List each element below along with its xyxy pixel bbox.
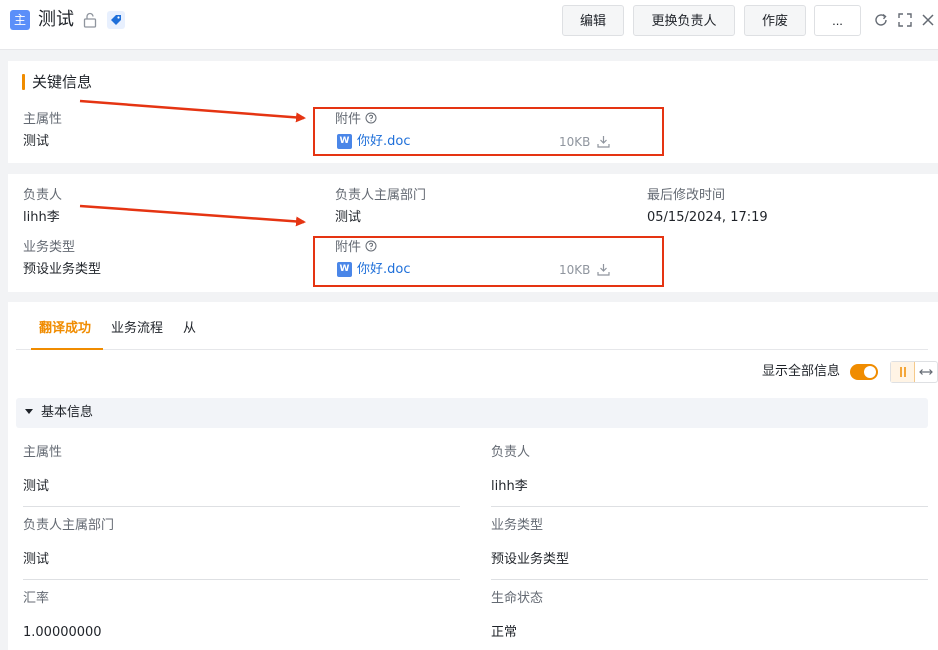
field-underline: [491, 506, 928, 507]
show-all-toggle[interactable]: [850, 364, 878, 380]
object-type-badge: 主: [10, 10, 30, 30]
refresh-icon[interactable]: [873, 12, 889, 28]
close-icon[interactable]: [920, 12, 936, 28]
field-value: 预设业务类型: [491, 552, 570, 567]
main-attr-value: 测试: [23, 134, 50, 149]
layout-switch: [890, 361, 938, 383]
modified-label: 最后修改时间: [647, 188, 726, 203]
owner-value: lihh李: [23, 210, 60, 225]
key-info-card: 关键信息 主属性 测试 附件 W 你好.doc 10KB: [8, 61, 938, 163]
detail-tabs: 翻译成功 业务流程 从: [16, 316, 928, 350]
field-owner-dept[interactable]: 负责人主属部门 测试: [23, 517, 460, 580]
lock-icon[interactable]: [83, 12, 97, 28]
void-button[interactable]: 作废: [744, 5, 806, 36]
main-attr-label: 主属性: [23, 112, 63, 127]
field-label: 业务类型: [491, 518, 544, 533]
basic-info-group-header[interactable]: 基本信息: [16, 398, 928, 428]
biz-type-value: 预设业务类型: [23, 262, 102, 277]
field-underline: [23, 506, 460, 507]
biz-type-label: 业务类型: [23, 240, 76, 255]
owner-label: 负责人: [23, 188, 63, 203]
dept-value: 测试: [335, 210, 362, 225]
highlight-box: [313, 236, 664, 287]
single-column-layout-button[interactable]: [915, 362, 937, 382]
field-owner[interactable]: 负责人 lihh李: [491, 444, 928, 507]
detail-card: 翻译成功 业务流程 从 显示全部信息 基本信息 主属性 测试 负责人 lihh李…: [8, 302, 938, 650]
field-exchange-rate[interactable]: 汇率 1.00000000: [23, 590, 460, 650]
highlight-box: [313, 107, 664, 156]
field-label: 主属性: [23, 445, 63, 460]
field-underline: [491, 579, 928, 580]
expand-horizontal-icon: [919, 369, 933, 375]
field-value: 正常: [491, 625, 518, 640]
two-column-layout-button[interactable]: [891, 362, 915, 382]
tab-sub[interactable]: 从: [183, 316, 196, 350]
key-info-title: 关键信息: [22, 72, 92, 92]
fullscreen-icon[interactable]: [897, 12, 913, 28]
field-main-attr[interactable]: 主属性 测试: [23, 444, 460, 507]
tab-business-flow[interactable]: 业务流程: [111, 316, 163, 350]
field-label: 负责人主属部门: [23, 518, 115, 533]
field-value: 1.00000000: [23, 625, 102, 640]
page-header: 主 测试 编辑 更换负责人 作废 ...: [0, 0, 938, 50]
field-value: 测试: [23, 479, 50, 494]
more-button[interactable]: ...: [814, 5, 861, 36]
tag-icon[interactable]: [107, 11, 125, 29]
tab-translate-success[interactable]: 翻译成功: [31, 316, 103, 350]
field-value: 测试: [23, 552, 50, 567]
field-value: lihh李: [491, 479, 528, 494]
modified-value: 05/15/2024, 17:19: [647, 210, 768, 225]
change-owner-button[interactable]: 更换负责人: [633, 5, 735, 36]
basic-info-title: 基本信息: [41, 405, 94, 420]
dept-label: 负责人主属部门: [335, 188, 427, 203]
caret-down-icon: [25, 409, 33, 414]
field-biz-type[interactable]: 业务类型 预设业务类型: [491, 517, 928, 580]
field-label: 生命状态: [491, 591, 544, 606]
field-life-status[interactable]: 生命状态 正常: [491, 590, 928, 650]
page-title: 测试: [38, 9, 74, 30]
field-label: 汇率: [23, 591, 50, 606]
summary-card: 负责人 lihh李 负责人主属部门 测试 最后修改时间 05/15/2024, …: [8, 174, 938, 292]
columns-icon: [900, 367, 906, 377]
edit-button[interactable]: 编辑: [562, 5, 624, 36]
field-underline: [23, 579, 460, 580]
field-label: 负责人: [491, 445, 531, 460]
show-all-label: 显示全部信息: [762, 364, 841, 379]
